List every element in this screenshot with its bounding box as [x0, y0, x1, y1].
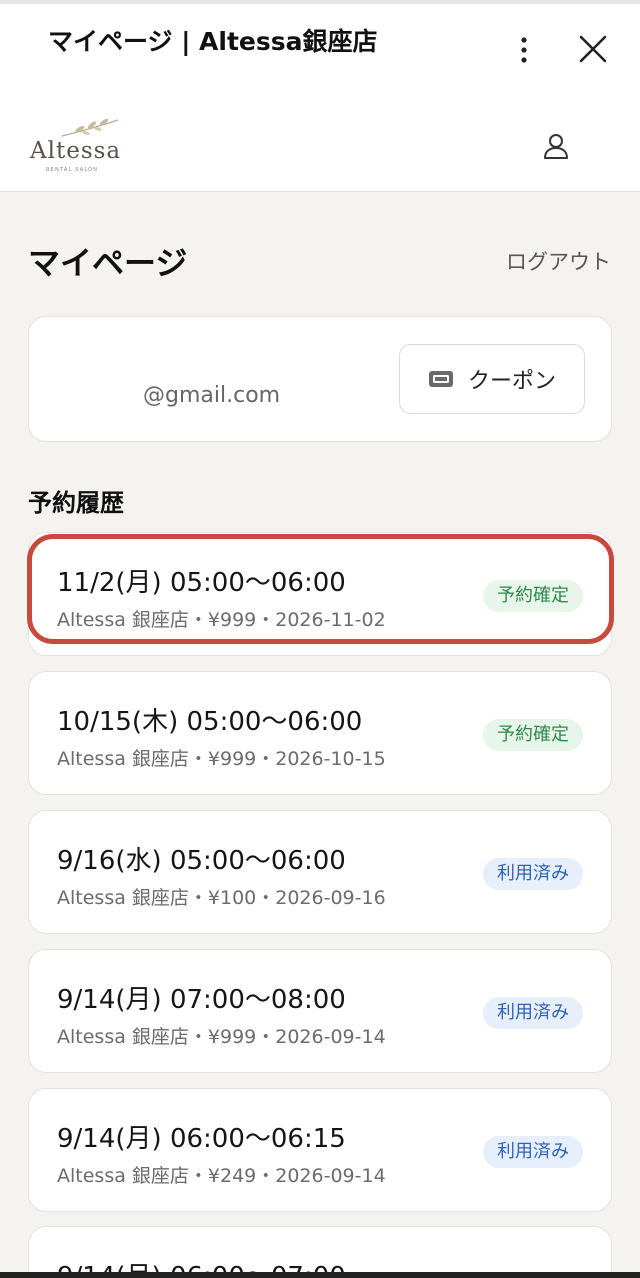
- status-badge: 予約確定: [483, 719, 583, 751]
- profile-card: @gmail.com クーポン: [28, 316, 612, 442]
- booking-time: 9/14(月) 07:00〜08:00: [57, 985, 346, 1015]
- booking-card[interactable]: 11/2(月) 05:00〜06:00 Altessa 銀座店・¥999・202…: [28, 532, 612, 656]
- status-badge: 利用済み: [483, 858, 583, 890]
- logo-subtitle: RENTAL SALON: [46, 167, 99, 173]
- coupon-label: クーポン: [467, 369, 556, 394]
- more-vertical-icon[interactable]: [508, 30, 540, 70]
- booking-meta: Altessa 銀座店・¥100・2026-09-16: [57, 887, 386, 909]
- altessa-logo[interactable]: Altessa RENTAL SALON: [26, 116, 126, 173]
- logout-link[interactable]: ログアウト: [506, 246, 611, 276]
- window-title: マイページ | Altessa銀座店: [48, 27, 378, 56]
- booking-history-title: 予約履歴: [28, 489, 124, 517]
- user-email: @gmail.com: [143, 383, 281, 408]
- coupon-button[interactable]: クーポン: [399, 344, 585, 414]
- screen-bottom-edge: [0, 1272, 640, 1278]
- booking-time: 11/2(月) 05:00〜06:00: [57, 568, 346, 598]
- status-strip: [0, 0, 640, 4]
- leaf-ornament-icon: [61, 118, 119, 137]
- booking-meta: Altessa 銀座店・¥999・2026-11-02: [57, 609, 386, 631]
- brand-bar: Altessa RENTAL SALON: [0, 96, 640, 192]
- ticket-icon: [428, 371, 453, 387]
- top-app-bar: マイページ | Altessa銀座店: [0, 0, 640, 96]
- booking-card[interactable]: 9/14(月) 06:00〜06:15 Altessa 銀座店・¥249・202…: [28, 1088, 612, 1212]
- booking-meta: Altessa 銀座店・¥999・2026-10-15: [57, 748, 386, 770]
- page-title: マイページ: [28, 244, 188, 282]
- booking-card[interactable]: 10/15(木) 05:00〜06:00 Altessa 銀座店・¥999・20…: [28, 671, 612, 795]
- booking-meta: Altessa 銀座店・¥999・2026-09-14: [57, 1026, 386, 1048]
- status-badge: 利用済み: [483, 1136, 583, 1168]
- status-badge: 利用済み: [483, 997, 583, 1029]
- booking-card[interactable]: 9/14(月) 06:00〜07:00: [28, 1226, 612, 1272]
- booking-card[interactable]: 9/14(月) 07:00〜08:00 Altessa 銀座店・¥999・202…: [28, 949, 612, 1073]
- close-icon[interactable]: [574, 30, 612, 68]
- booking-time: 9/14(月) 06:00〜07:00: [57, 1256, 346, 1272]
- booking-time: 9/14(月) 06:00〜06:15: [57, 1124, 346, 1154]
- booking-time: 9/16(水) 05:00〜06:00: [57, 846, 346, 876]
- booking-meta: Altessa 銀座店・¥249・2026-09-14: [57, 1165, 386, 1187]
- user-icon[interactable]: [540, 130, 572, 162]
- booking-time: 10/15(木) 05:00〜06:00: [57, 707, 363, 737]
- logo-wordmark: Altessa: [30, 138, 122, 164]
- status-badge: 予約確定: [483, 580, 583, 612]
- booking-card[interactable]: 9/16(水) 05:00〜06:00 Altessa 銀座店・¥100・202…: [28, 810, 612, 934]
